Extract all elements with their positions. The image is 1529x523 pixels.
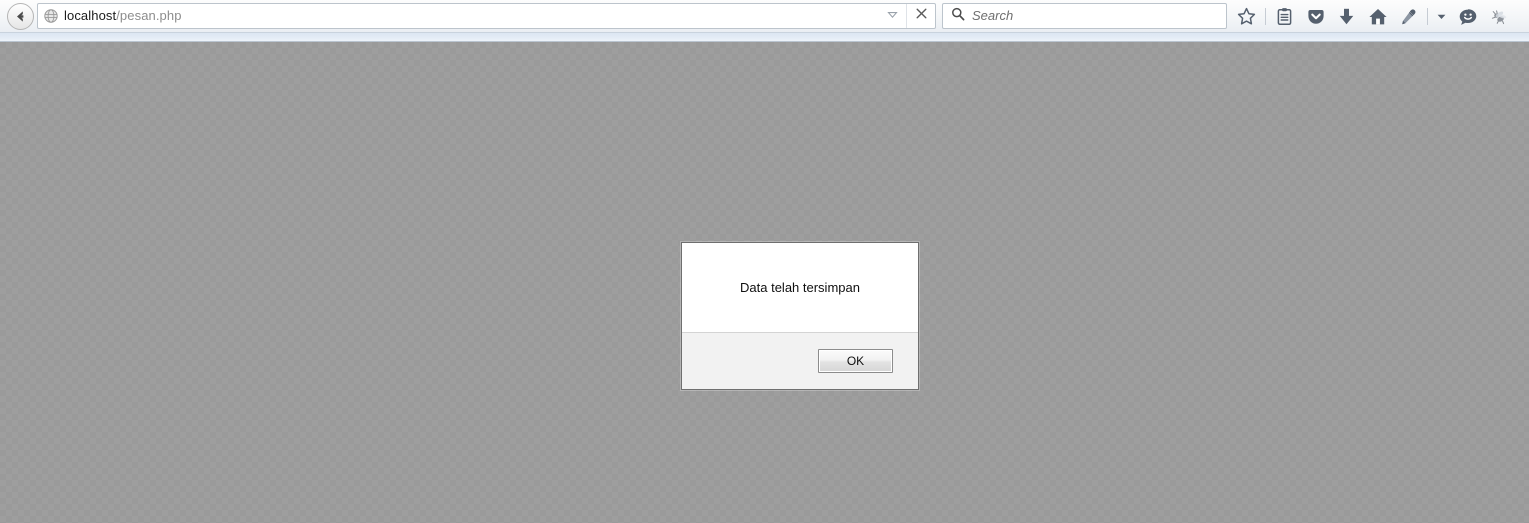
chevron-down-icon (886, 7, 898, 25)
feedback-smiley-icon[interactable] (1452, 1, 1483, 32)
toolbar-separator (1427, 8, 1428, 25)
browser-toolbar-icons (1231, 0, 1514, 33)
reading-list-icon[interactable] (1269, 1, 1300, 32)
pocket-icon[interactable] (1300, 1, 1331, 32)
search-icon (951, 7, 965, 26)
eyedropper-icon[interactable] (1393, 1, 1424, 32)
chevron-down-icon[interactable] (1431, 1, 1452, 32)
address-bar[interactable]: localhost/pesan.php (37, 3, 936, 29)
stop-loading-button[interactable] (906, 4, 935, 28)
autocomplete-dropdown-button[interactable] (878, 4, 906, 28)
search-bar[interactable]: Search (942, 3, 1227, 29)
back-button[interactable] (7, 3, 34, 30)
site-favicon (38, 9, 64, 23)
url-text: localhost/pesan.php (64, 4, 878, 28)
dialog-footer: OK (682, 332, 918, 389)
dialog-message: Data telah tersimpan (740, 280, 860, 295)
dialog-body: Data telah tersimpan (682, 243, 918, 332)
url-host: localhost (64, 8, 117, 23)
alert-dialog: Data telah tersimpan OK (681, 242, 919, 390)
close-icon (915, 7, 928, 25)
page-content-area: Data telah tersimpan OK (0, 42, 1529, 523)
downloads-icon[interactable] (1331, 1, 1362, 32)
browser-toolbar: localhost/pesan.php Search (0, 0, 1529, 33)
search-input[interactable]: Search (972, 4, 1013, 28)
bookmark-star-icon[interactable] (1231, 1, 1262, 32)
back-arrow-icon (12, 8, 29, 25)
toolbar-bottom-strip (0, 33, 1529, 42)
home-icon[interactable] (1362, 1, 1393, 32)
browser-window: localhost/pesan.php Search Data telah te… (0, 0, 1529, 523)
firebug-fly-icon[interactable] (1483, 1, 1514, 32)
toolbar-separator (1265, 8, 1266, 25)
url-path: /pesan.php (116, 8, 182, 23)
ok-button[interactable]: OK (818, 349, 893, 373)
